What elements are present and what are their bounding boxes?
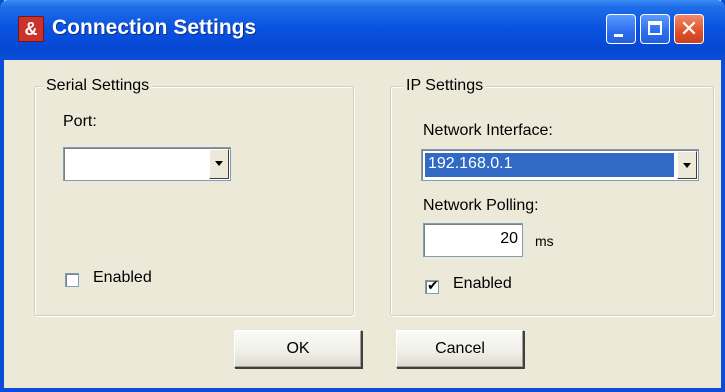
maximize-button[interactable]	[640, 14, 670, 44]
checkmark-icon: ✔	[427, 277, 439, 293]
maximize-icon	[648, 21, 662, 35]
ip-settings-legend: IP Settings	[403, 77, 487, 95]
close-icon: ✕	[679, 16, 699, 41]
ip-enabled-label: Enabled	[453, 275, 512, 292]
network-interface-value: 192.168.0.1	[425, 153, 674, 177]
cancel-button[interactable]: Cancel	[396, 330, 524, 368]
minimize-button[interactable]	[606, 14, 636, 44]
window-title: Connection Settings	[52, 16, 257, 39]
polling-unit-label: ms	[535, 233, 554, 249]
serial-settings-legend: Serial Settings	[43, 77, 153, 95]
serial-enabled-label: Enabled	[93, 269, 152, 286]
connection-settings-dialog: & Connection Settings ✕ Serial Settings …	[0, 0, 725, 392]
ok-button[interactable]: OK	[234, 330, 362, 368]
network-polling-input[interactable]: 20	[423, 223, 523, 257]
title-bar[interactable]: & Connection Settings ✕	[0, 0, 725, 60]
network-interface-label: Network Interface:	[423, 122, 553, 139]
network-interface-arrow-icon[interactable]	[677, 151, 697, 179]
serial-settings-group: Serial Settings Port: Enabled	[34, 77, 354, 316]
network-polling-label: Network Polling:	[423, 197, 539, 214]
serial-enabled-checkbox[interactable]	[65, 273, 79, 287]
network-interface-dropdown[interactable]: 192.168.0.1	[421, 149, 699, 181]
port-dropdown[interactable]	[63, 147, 231, 181]
port-dropdown-arrow-icon[interactable]	[209, 149, 229, 179]
minimize-icon	[614, 34, 623, 37]
close-button[interactable]: ✕	[674, 14, 704, 44]
app-icon: &	[18, 16, 44, 42]
ip-settings-group: IP Settings Network Interface: 192.168.0…	[390, 77, 714, 316]
ip-enabled-checkbox[interactable]: ✔	[425, 277, 439, 294]
port-label: Port:	[63, 113, 97, 130]
